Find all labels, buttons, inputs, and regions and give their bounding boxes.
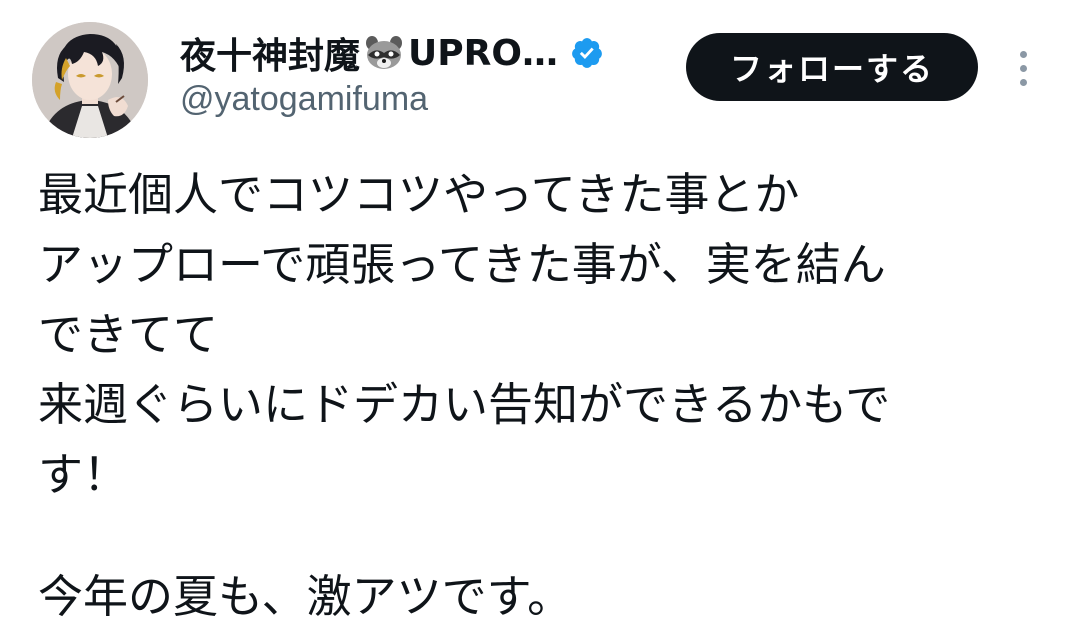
- more-dot: [1019, 64, 1027, 72]
- display-name-row[interactable]: 夜十神封魔 UPRO…: [180, 27, 604, 79]
- more-vertical-icon[interactable]: [1008, 46, 1038, 90]
- tweet-line: アップローで頑張ってきた事が、実を結ん: [38, 238, 886, 291]
- display-name-truncated[interactable]: UPRO…: [408, 33, 558, 74]
- avatar[interactable]: [32, 22, 148, 138]
- tweet-text: 最近個人でコツコツやってきた事とか アップローで頑張ってきた事が、実を結ん でき…: [38, 160, 1048, 632]
- tweet-line: 最近個人でコツコツやってきた事とか: [38, 168, 800, 221]
- display-name[interactable]: 夜十神封魔: [180, 27, 360, 79]
- avatar-image: [32, 22, 148, 138]
- tweet-line: 来週ぐらいにドデカい告知ができるかもで: [38, 378, 891, 431]
- follow-button[interactable]: フォローする: [686, 33, 978, 101]
- tweet-line: す！: [38, 448, 129, 501]
- user-handle[interactable]: @yatogamifuma: [180, 80, 428, 119]
- more-dot: [1019, 78, 1027, 86]
- raccoon-icon: [364, 35, 404, 71]
- tweet-line: できてて: [38, 308, 219, 361]
- tweet-line-closing: 今年の夏も、激アツです。: [38, 570, 573, 623]
- more-dot: [1019, 50, 1027, 58]
- verified-badge-icon[interactable]: [570, 36, 604, 70]
- tweet-header: 夜十神封魔 UPRO… @yatogamifuma フォローする: [0, 0, 1080, 150]
